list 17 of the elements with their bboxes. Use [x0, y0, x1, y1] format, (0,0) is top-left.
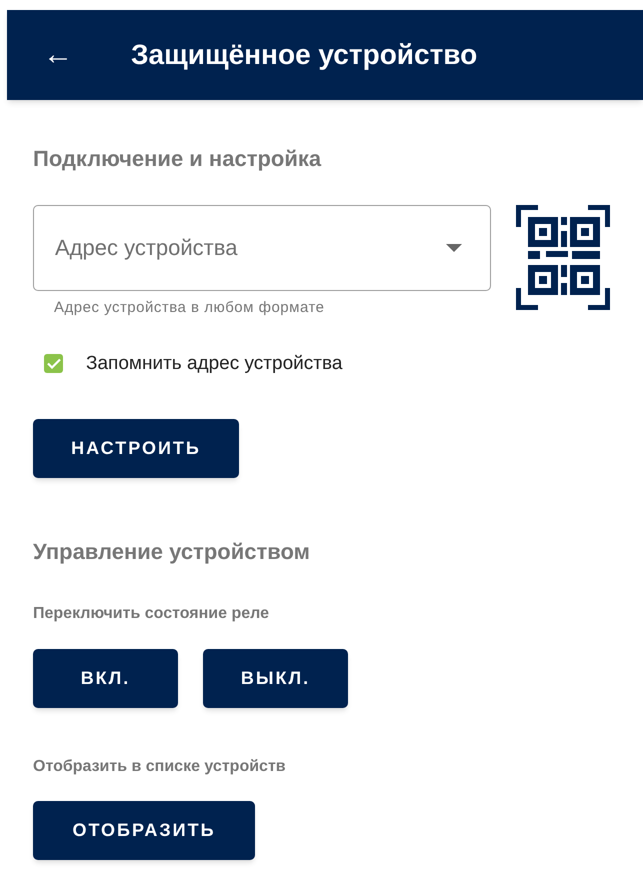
relay-button[interactable]: ВЫКЛ.	[203, 649, 348, 708]
display-label: Отобразить в списке устройств	[33, 757, 287, 777]
relay-label: Переключить состояние реле	[33, 604, 270, 624]
checkbox-label: Запомнить адрес устройства	[86, 352, 342, 376]
address-dropdown[interactable]: Адрес устройства	[33, 205, 491, 291]
screen-title: Защищённое устройство	[131, 38, 478, 72]
section-heading: Управление устройством	[33, 538, 311, 566]
dropdown-caret-icon	[446, 244, 462, 252]
back-button[interactable]: ←	[40, 40, 76, 70]
qr-code-icon	[516, 205, 610, 310]
helper-text: Адрес устройства в любом формате	[54, 298, 326, 318]
setup-button[interactable]: НАСТРОИТЬ	[33, 419, 239, 478]
remember-checkbox[interactable]	[44, 354, 63, 374]
qr-scan-button[interactable]	[516, 205, 610, 310]
relay-button[interactable]: ВКЛ.	[33, 649, 178, 708]
display-button[interactable]: ОТОБРАЗИТЬ	[33, 801, 255, 860]
section-heading: Подключение и настройка	[33, 145, 322, 173]
